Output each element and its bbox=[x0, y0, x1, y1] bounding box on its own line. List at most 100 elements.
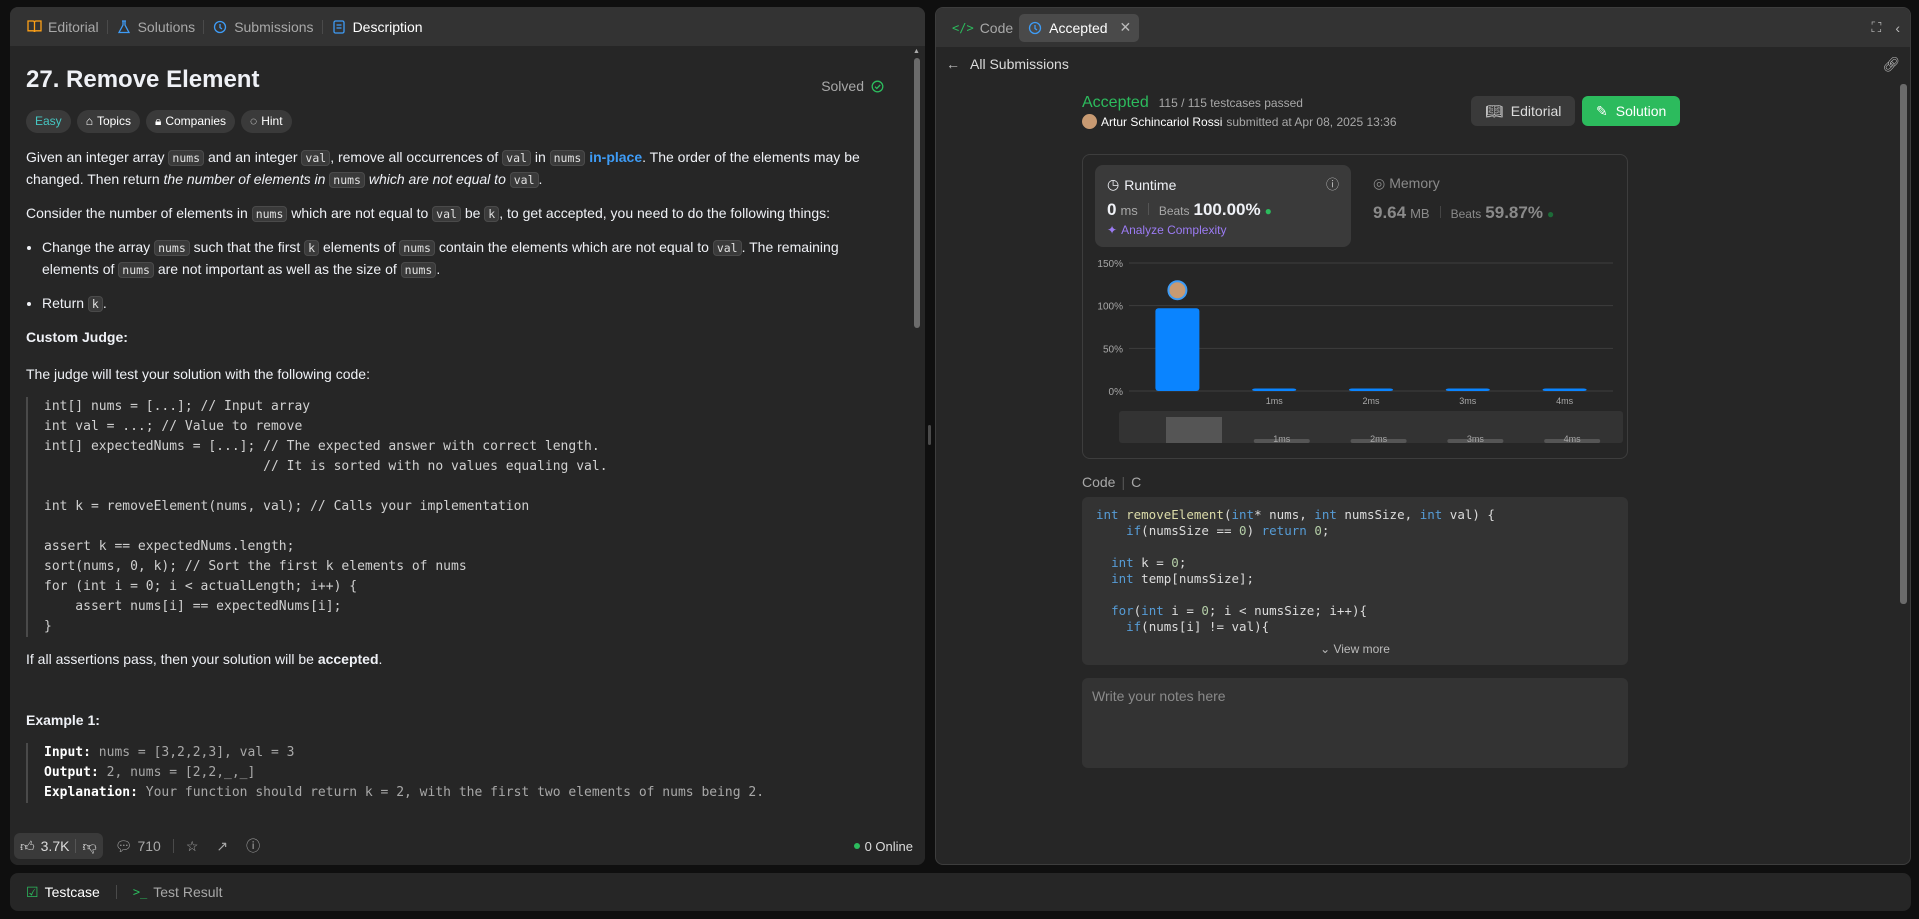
memory-box[interactable]: ◎ Memory 9.64 MB Beats 59.87% ● bbox=[1373, 175, 1554, 223]
edit-icon: ✎ bbox=[1596, 102, 1608, 119]
memory-header: ◎ Memory bbox=[1373, 175, 1554, 192]
tab-editorial-label: Editorial bbox=[48, 18, 99, 35]
code-token: int bbox=[1141, 603, 1164, 618]
submission-scrollbar[interactable] bbox=[1898, 74, 1908, 862]
tab-test-result[interactable]: >_ Test Result bbox=[127, 878, 229, 906]
hint-badge[interactable]: ◌ Hint bbox=[241, 110, 292, 133]
description-paragraph-1: Given an integer array nums and an integ… bbox=[26, 147, 893, 191]
code-token: ( bbox=[1141, 523, 1149, 538]
code-token: ){ bbox=[1254, 619, 1270, 634]
tab-testcase[interactable]: ☑ Testcase bbox=[20, 878, 106, 906]
difficulty-badge[interactable]: Easy bbox=[26, 110, 71, 133]
view-more-button[interactable]: ⌄ View more bbox=[1082, 642, 1628, 656]
code-token: ( bbox=[1141, 619, 1149, 634]
scrollbar-thumb[interactable] bbox=[1900, 84, 1907, 604]
scroll-up-arrow[interactable]: ▲ bbox=[913, 48, 920, 55]
topics-badge[interactable]: ⌂ Topics bbox=[76, 110, 140, 133]
like-count: 3.7K bbox=[40, 838, 70, 854]
text: Your function should return k = 2, with … bbox=[137, 785, 765, 800]
text: If all assertions pass, then your soluti… bbox=[26, 651, 318, 667]
chart-bar[interactable] bbox=[1155, 308, 1200, 391]
tab-testcase-label: Testcase bbox=[44, 884, 100, 900]
help-button[interactable]: ⓘ bbox=[240, 836, 266, 856]
info-icon[interactable]: ⓘ bbox=[1326, 174, 1339, 193]
code-token: numsSize bbox=[1254, 603, 1315, 618]
inline-code: val bbox=[509, 172, 539, 188]
share-button[interactable]: ↗ bbox=[210, 838, 234, 855]
inline-code: nums bbox=[400, 262, 437, 278]
code-token: val bbox=[1231, 619, 1255, 634]
code-token: return bbox=[1261, 523, 1307, 538]
tab-accepted[interactable]: Accepted ✕ bbox=[1019, 13, 1140, 42]
chart-bar[interactable] bbox=[1349, 388, 1393, 391]
tab-code[interactable]: </> Code bbox=[946, 14, 1019, 42]
in-place-link[interactable]: in-place bbox=[589, 149, 642, 165]
runtime-label: Runtime bbox=[1124, 176, 1177, 193]
inline-code: val bbox=[712, 240, 742, 256]
text: nums = [3,2,2,3], val = 3 bbox=[90, 745, 295, 760]
assertion-paragraph: If all assertions pass, then your soluti… bbox=[26, 649, 893, 670]
text: . bbox=[436, 261, 441, 277]
tab-solutions[interactable]: Solutions bbox=[110, 13, 202, 41]
tab-description[interactable]: Description bbox=[325, 13, 429, 41]
clock-icon: ◷ bbox=[1107, 176, 1120, 192]
all-submissions-link[interactable]: All Submissions bbox=[970, 56, 1069, 72]
chart-bar[interactable] bbox=[1542, 388, 1587, 391]
inline-code: val bbox=[301, 150, 331, 166]
comments-button[interactable]: 💬︎ 710 bbox=[109, 838, 167, 855]
chart-bar[interactable] bbox=[1252, 388, 1297, 391]
collapse-icon[interactable]: ‹ bbox=[1895, 20, 1900, 36]
code-token: ; bbox=[1208, 603, 1224, 618]
tab-test-result-label: Test Result bbox=[153, 884, 223, 900]
back-arrow-icon[interactable]: ← bbox=[946, 56, 960, 72]
link-icon[interactable]: 🔗︎ bbox=[1882, 56, 1900, 73]
chart-bar[interactable] bbox=[1445, 388, 1490, 391]
inline-code: nums bbox=[154, 240, 190, 256]
solution-button[interactable]: ✎ Solution bbox=[1582, 96, 1681, 126]
analyze-complexity-link[interactable]: ✦ Analyze Complexity bbox=[1107, 223, 1226, 237]
runtime-distribution-chart: 150% 100% 50% 0% 1ms 2ms 3ms 4ms 1ms 2ms 3ms 4ms bbox=[1097, 259, 1623, 444]
close-icon[interactable]: ✕ bbox=[1120, 19, 1132, 36]
code-label: Code bbox=[1082, 474, 1116, 490]
code-token: temp bbox=[1141, 571, 1172, 586]
analyze-label: Analyze Complexity bbox=[1121, 223, 1227, 237]
help-icon: ⓘ bbox=[246, 838, 261, 854]
text: Given an integer array bbox=[26, 149, 169, 165]
range-selector-handle[interactable] bbox=[1166, 417, 1222, 443]
code-token: int bbox=[1111, 571, 1134, 586]
favorite-button[interactable]: ☆ bbox=[180, 838, 205, 855]
accepted-status: Accepted bbox=[1082, 94, 1149, 111]
book-icon bbox=[26, 19, 42, 35]
history-icon bbox=[212, 19, 228, 35]
scrollbar-thumb[interactable] bbox=[914, 58, 920, 328]
editorial-button[interactable]: 📖︎ Editorial bbox=[1471, 96, 1576, 126]
description-scrollbar[interactable]: ▲ bbox=[913, 48, 921, 827]
code-token: 0 bbox=[1171, 555, 1179, 570]
solution-button-label: Solution bbox=[1615, 103, 1667, 119]
memory-beats-label: Beats bbox=[1450, 207, 1482, 221]
tab-submissions[interactable]: Submissions bbox=[206, 13, 319, 41]
left-tabbar: Editorial Solutions Submissions Descript… bbox=[10, 7, 925, 46]
tab-divider bbox=[106, 19, 108, 34]
thumbs-up-icon[interactable]: 👍︎ bbox=[20, 838, 35, 855]
code-token: i bbox=[1223, 603, 1232, 618]
range-tick-label: 4ms bbox=[1564, 434, 1582, 444]
runtime-box[interactable]: ◷ Runtime ⓘ 0 ms Beats 100.00% ● ✦ Analy… bbox=[1095, 165, 1351, 247]
runtime-unit: ms bbox=[1120, 203, 1138, 218]
maximize-icon[interactable]: ⛶ bbox=[1872, 19, 1882, 36]
panel-resize-handle[interactable] bbox=[928, 425, 931, 445]
notes-textarea[interactable]: Write your notes here bbox=[1082, 678, 1628, 768]
tab-code-label: Code bbox=[979, 19, 1014, 36]
code-viewer[interactable]: int removeElement(int* nums, int numsSiz… bbox=[1082, 497, 1628, 665]
avatar[interactable] bbox=[1082, 114, 1097, 129]
beats-icon: ● bbox=[1264, 204, 1272, 218]
code-header: Code | C bbox=[1082, 474, 1141, 490]
thumbs-down-icon[interactable]: 👎︎ bbox=[82, 838, 96, 855]
tab-editorial[interactable]: Editorial bbox=[20, 13, 105, 41]
check-circle-icon bbox=[869, 79, 885, 95]
divider bbox=[75, 839, 77, 853]
author-name[interactable]: Artur Schincariol Rossi bbox=[1101, 115, 1222, 129]
companies-badge[interactable]: 🔒︎ Companies bbox=[145, 110, 236, 133]
text: which are not equal to bbox=[287, 205, 433, 221]
